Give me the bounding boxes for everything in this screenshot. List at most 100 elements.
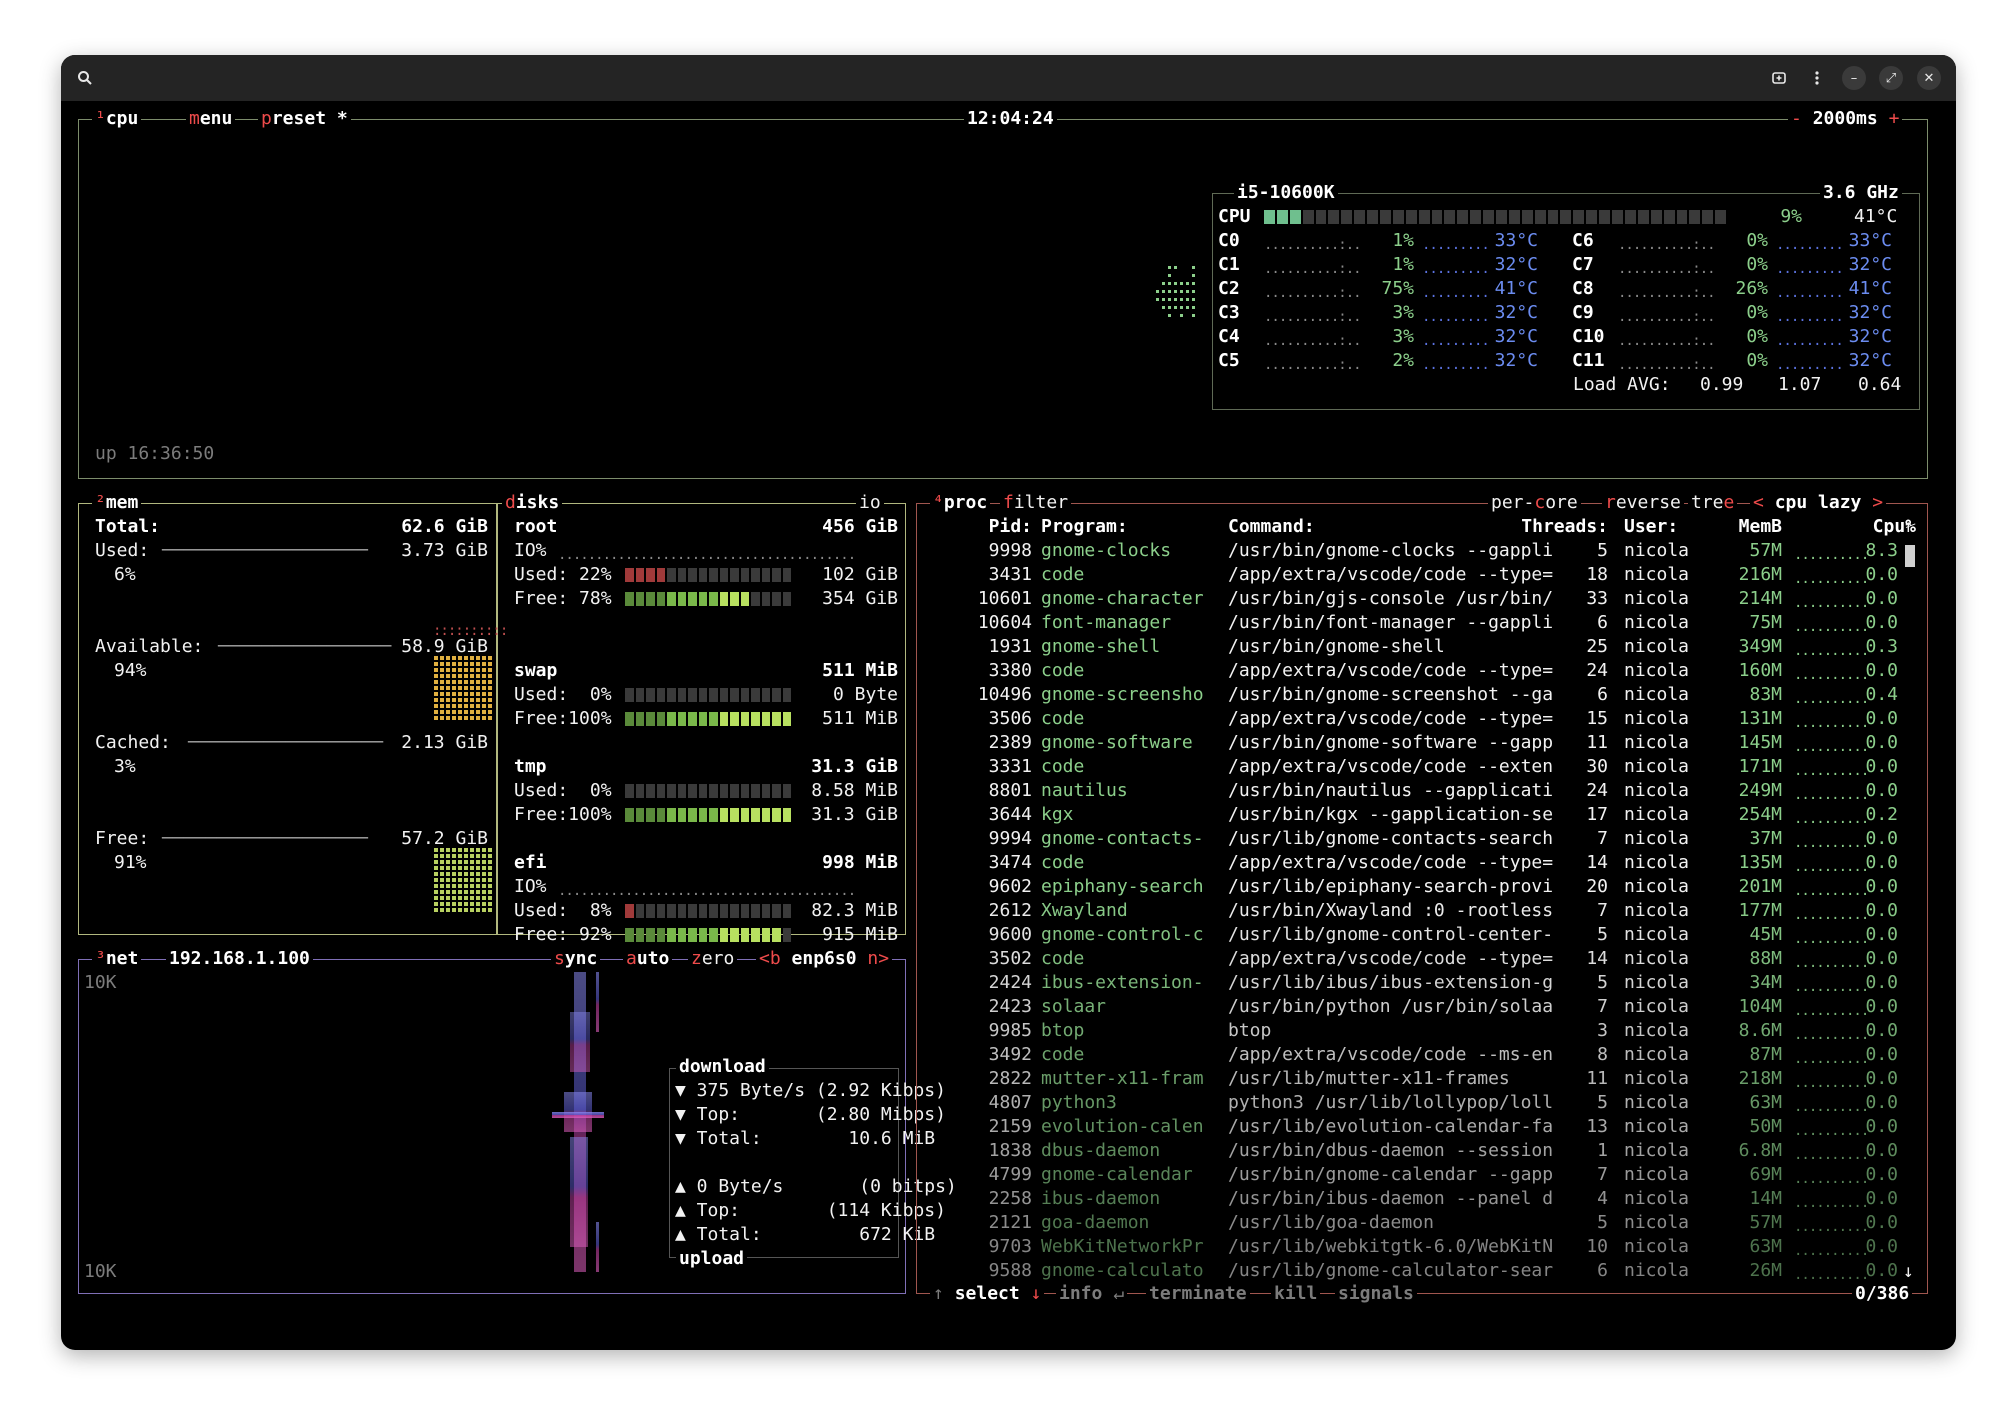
proc-row[interactable]: 4799 gnome-calendar/usr/bin/gnome-calenda… (78, 1163, 1946, 1187)
proc-row[interactable]: 2423 solaar/usr/bin/python /usr/bin/solaa… (78, 995, 1946, 1019)
kebab-menu-icon[interactable] (1805, 66, 1829, 90)
proc-row[interactable]: 9602 epiphany-search/usr/lib/epiphany-sea… (78, 875, 1946, 899)
proc-command: /app/extra/vscode/code --type= (1228, 564, 1554, 585)
proc-program: code (1041, 756, 1085, 777)
core-pct: 0% (1746, 254, 1768, 275)
proc-row[interactable]: 3644 kgx/usr/bin/kgx --gapplication-se 17 n… (78, 803, 1946, 827)
proc-command: /usr/lib/epiphany-search-provi (1228, 876, 1554, 897)
col-mem[interactable]: MemB (1718, 515, 1782, 539)
proc-row[interactable]: 3431 code/app/extra/vscode/code --type= 18… (78, 563, 1946, 587)
bar-cell (1534, 210, 1546, 224)
signals-control[interactable]: signals (1335, 1282, 1417, 1306)
core-label: C5 (1218, 350, 1240, 371)
bar-cell (1380, 210, 1391, 224)
proc-user: nicola (1624, 828, 1690, 849)
btop-terminal[interactable]: ¹cpu menu preset * 12:04:24 - 2000ms + u… (78, 107, 1946, 1342)
core-label: C7 (1572, 254, 1594, 275)
proc-threads: 13 (1586, 1116, 1608, 1137)
core-temp-graph: ......... (1776, 309, 1844, 325)
close-icon[interactable]: ✕ (1917, 66, 1941, 90)
new-tab-icon[interactable] (1767, 66, 1791, 90)
proc-user: nicola (1624, 1092, 1690, 1113)
proc-row[interactable]: 3380 code/app/extra/vscode/code --type= 24… (78, 659, 1946, 683)
preset-tab[interactable]: preset * (258, 107, 351, 131)
proc-row[interactable]: 2258 ibus-daemon/usr/bin/ibus-daemon --pa… (78, 1187, 1946, 1211)
proc-row[interactable]: 9994 gnome-contacts- /usr/lib/gnome-contac… (78, 827, 1946, 851)
bar-cell (1586, 210, 1598, 224)
proc-tab[interactable]: ⁴proc (930, 491, 991, 515)
col-pid[interactable]: Pid: (962, 515, 1032, 539)
search-icon[interactable] (73, 66, 97, 90)
bar-cell (1289, 210, 1301, 224)
proc-row[interactable]: 4807 python3 python3 /usr/lib/lollypop/lol… (78, 1091, 1946, 1115)
select-control[interactable]: ↑ select ↓ (930, 1282, 1045, 1306)
cpu-tab[interactable]: ¹cpu (92, 107, 142, 131)
reverse-toggle[interactable]: reverse (1602, 491, 1684, 515)
proc-pid: 2424 (988, 972, 1032, 993)
proc-user: nicola (1624, 852, 1690, 873)
bar-cell (1341, 210, 1353, 224)
core-temp: 33°C (1494, 230, 1538, 251)
proc-row[interactable]: 2612 Xwayland/usr/bin/Xwayland :0 -rootle… (78, 899, 1946, 923)
terminate-control[interactable]: terminate (1146, 1282, 1250, 1306)
proc-row[interactable]: 9600 gnome-control-c/usr/lib/gnome-contro… (78, 923, 1946, 947)
proc-row[interactable]: 10496 gnome-screensho/usr/bin/gnome-scree… (78, 683, 1946, 707)
col-threads[interactable]: Threads: (1508, 515, 1608, 539)
proc-row[interactable]: 10601 gnome-character/usr/bin/gjs-console… (78, 587, 1946, 611)
bar-cell (1302, 210, 1314, 224)
proc-row[interactable]: 3502 code/app/extra/vscode/code --type= 14… (78, 947, 1946, 971)
proc-row[interactable]: 8801 nautilus/usr/bin/nautilus --gapplica… (78, 779, 1946, 803)
col-command[interactable]: Command: (1228, 515, 1315, 539)
info-control[interactable]: info ↵ (1056, 1282, 1128, 1306)
core-sparkline: ..........:.. (1264, 237, 1362, 253)
core-label: C4 (1218, 326, 1240, 347)
proc-row[interactable]: 9588 gnome-calculato/usr/lib/gnome-calcul… (78, 1259, 1946, 1283)
filter-toggle[interactable]: filter (1000, 491, 1072, 515)
proc-user: nicola (1624, 948, 1690, 969)
kill-control[interactable]: kill (1271, 1282, 1321, 1306)
proc-command: /usr/bin/gnome-shell (1228, 636, 1445, 657)
proc-row[interactable]: 9985 btop btop 3 nicola 8.6M 0.0.......... (78, 1019, 1946, 1043)
tree-toggle[interactable]: tree (1688, 491, 1738, 515)
disks-tab[interactable]: disks (502, 491, 563, 515)
proc-row[interactable]: 3474 code/app/extra/vscode/code --type= 14… (78, 851, 1946, 875)
minimize-icon[interactable]: – (1842, 66, 1866, 90)
proc-pid: 3492 (988, 1044, 1032, 1065)
scroll-up-icon[interactable]: ↑ (1903, 515, 1914, 539)
proc-row[interactable]: 2121 goa-daemon/usr/lib/goa-daemon 5 nicola… (78, 1211, 1946, 1235)
update-interval[interactable]: - 2000ms + (1788, 107, 1903, 131)
sort-selector[interactable]: < cpu lazy > (1750, 491, 1887, 515)
proc-program: code (1041, 948, 1085, 969)
col-program[interactable]: Program: (1041, 515, 1128, 539)
maximize-icon[interactable]: ⤢ (1879, 66, 1903, 90)
core-temp-graph: ......... (1776, 261, 1844, 277)
bar-cell (1612, 210, 1623, 224)
mem-tab[interactable]: ²mem (92, 491, 142, 515)
proc-row[interactable]: 2424 ibus-extension- /usr/lib/ibus/ibus-ex… (78, 971, 1946, 995)
proc-row[interactable]: 3506 code/app/extra/vscode/code --type= 15… (78, 707, 1946, 731)
proc-row[interactable]: 10604 font-manager/usr/bin/font-manager -… (78, 611, 1946, 635)
proc-row[interactable]: 1931 gnome-shell/usr/bin/gnome-shell 25 nic… (78, 635, 1946, 659)
bar-cell (1483, 210, 1495, 224)
menu-tab[interactable]: menu (186, 107, 236, 131)
proc-row[interactable]: 1838 dbus-daemon/usr/bin/dbus-daemon --se… (78, 1139, 1946, 1163)
proc-row[interactable]: 2159 evolution-calen/usr/lib/evolution-ca… (78, 1115, 1946, 1139)
proc-row[interactable]: 3492 code/app/extra/vscode/code --ms-en 8 n… (78, 1043, 1946, 1067)
proc-row[interactable]: 9703 WebKitNetworkPr/usr/lib/webkitgtk-6.… (78, 1235, 1946, 1259)
proc-threads: 33 (1586, 588, 1608, 609)
per-core-toggle[interactable]: per-core (1488, 491, 1581, 515)
proc-pid: 9588 (988, 1260, 1032, 1281)
proc-threads: 18 (1586, 564, 1608, 585)
proc-row[interactable]: 9998 gnome-clocks/usr/bin/gnome-clocks --… (78, 539, 1946, 563)
proc-program: kgx (1041, 804, 1074, 825)
proc-command: /usr/bin/gnome-software --gapp (1228, 732, 1554, 753)
proc-pid: 2389 (988, 732, 1032, 753)
proc-program: font-manager (1041, 612, 1172, 633)
proc-row[interactable]: 2822 mutter-x11-fram/usr/lib/mutter-x11-f… (78, 1067, 1946, 1091)
proc-user: nicola (1624, 1188, 1690, 1209)
proc-row[interactable]: 2389 gnome-software/usr/bin/gnome-softwar… (78, 731, 1946, 755)
proc-row[interactable]: 3331 code/app/extra/vscode/code --exten 30… (78, 755, 1946, 779)
proc-command: /app/extra/vscode/code --exten (1228, 756, 1554, 777)
col-user[interactable]: User: (1624, 515, 1678, 539)
io-toggle[interactable]: io (856, 491, 884, 515)
